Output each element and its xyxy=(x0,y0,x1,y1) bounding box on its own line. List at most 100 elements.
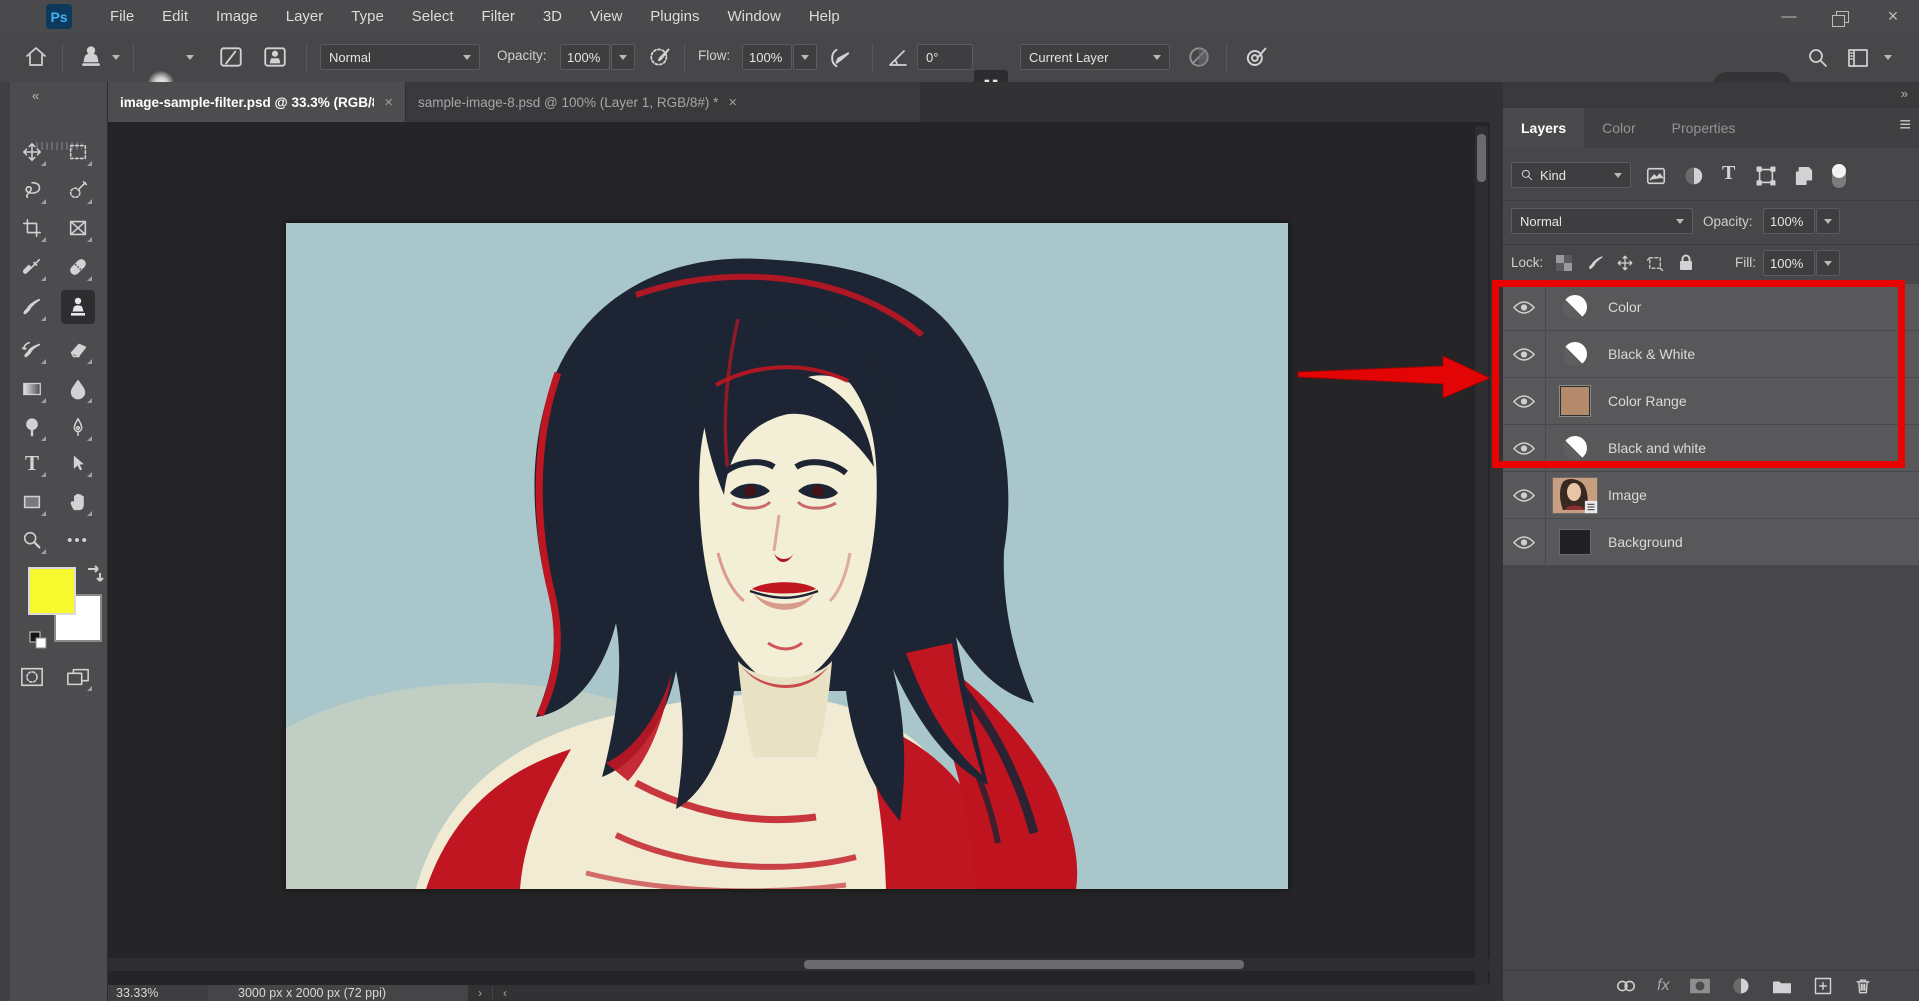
visibility-toggle[interactable] xyxy=(1503,472,1546,518)
type-tool[interactable]: T xyxy=(15,446,49,480)
menu-plugins[interactable]: Plugins xyxy=(636,8,713,25)
eyedropper-tool[interactable] xyxy=(15,250,49,284)
layer-name[interactable]: Image xyxy=(1608,487,1647,503)
vertical-scrollbar[interactable] xyxy=(1475,126,1488,998)
more-tools-icon[interactable]: ••• xyxy=(61,523,95,557)
tab-color[interactable]: Color xyxy=(1584,108,1653,148)
filter-smart-objects-icon[interactable] xyxy=(1793,165,1815,187)
opacity-input[interactable]: 100% xyxy=(560,44,610,70)
default-colors-icon[interactable] xyxy=(28,630,48,650)
flow-input[interactable]: 100% xyxy=(742,44,792,70)
rectangle-tool[interactable] xyxy=(15,485,49,519)
menu-type[interactable]: Type xyxy=(337,8,398,25)
link-layers-icon[interactable] xyxy=(1615,976,1637,996)
marquee-tool[interactable] xyxy=(61,135,95,169)
restore-button[interactable] xyxy=(1815,0,1867,33)
quick-mask-icon[interactable] xyxy=(15,660,49,694)
opacity-slider-button[interactable] xyxy=(611,44,635,70)
swap-colors-icon[interactable] xyxy=(82,565,106,587)
tab-layers[interactable]: Layers xyxy=(1503,108,1584,148)
document-tab-active[interactable]: image-sample-filter.psd @ 33.3% (RGB/8) … xyxy=(108,82,405,122)
gradient-tool[interactable] xyxy=(15,372,49,406)
clone-source-panel-icon[interactable] xyxy=(262,44,288,70)
tool-preset-dropdown-icon[interactable] xyxy=(112,55,120,60)
fill-slider-button[interactable] xyxy=(1816,250,1840,276)
lock-all-icon[interactable] xyxy=(1677,253,1695,272)
kind-filter-select[interactable]: Kind xyxy=(1511,162,1631,188)
zoom-tool[interactable] xyxy=(15,523,49,557)
filter-pixel-layers-icon[interactable] xyxy=(1645,165,1667,187)
quick-selection-tool[interactable] xyxy=(61,173,95,207)
flow-slider-button[interactable] xyxy=(793,44,817,70)
brush-settings-panel-icon[interactable] xyxy=(218,44,244,70)
pen-tool[interactable] xyxy=(61,410,95,444)
close-tab-icon[interactable]: × xyxy=(384,94,393,111)
background-layer-thumbnail[interactable] xyxy=(1559,529,1591,555)
new-adjustment-layer-icon[interactable] xyxy=(1731,976,1751,996)
layer-blend-mode-select[interactable]: Normal xyxy=(1511,208,1693,234)
layer-effects-icon[interactable]: fx xyxy=(1657,977,1669,995)
filter-shape-layers-icon[interactable] xyxy=(1755,165,1777,187)
workspace-chevron-icon[interactable] xyxy=(1884,55,1892,60)
lock-artboard-icon[interactable] xyxy=(1646,254,1664,272)
close-tab-icon[interactable]: × xyxy=(728,94,737,111)
panel-menu-icon[interactable]: ≡ xyxy=(1899,114,1911,137)
horizontal-scrollbar-thumb[interactable] xyxy=(804,960,1244,969)
dodge-tool[interactable] xyxy=(15,410,49,444)
screen-mode-icon[interactable] xyxy=(61,660,95,694)
history-brush-tool[interactable] xyxy=(15,333,49,367)
clone-source-target-icon[interactable] xyxy=(1242,44,1270,72)
layer-mask-icon[interactable] xyxy=(1689,977,1711,995)
status-prev-icon[interactable]: ‹ xyxy=(492,986,517,1000)
filter-adjustment-layers-icon[interactable] xyxy=(1683,165,1705,187)
new-group-icon[interactable] xyxy=(1771,977,1793,995)
opacity-slider-button[interactable] xyxy=(1816,208,1840,234)
menu-layer[interactable]: Layer xyxy=(272,8,338,25)
angle-input[interactable]: 0° xyxy=(917,44,973,70)
vertical-scrollbar-thumb[interactable] xyxy=(1477,134,1486,182)
menu-view[interactable]: View xyxy=(576,8,636,25)
menu-3d[interactable]: 3D xyxy=(529,8,576,25)
blur-tool[interactable] xyxy=(61,372,95,406)
clone-stamp-tool[interactable] xyxy=(61,290,95,324)
path-selection-tool[interactable] xyxy=(61,446,95,480)
layer-row-background[interactable]: Background xyxy=(1503,519,1919,566)
layer-name[interactable]: Background xyxy=(1608,534,1683,550)
lasso-tool[interactable] xyxy=(15,173,49,207)
filter-type-layers-icon[interactable]: T xyxy=(1722,162,1735,185)
lock-pixels-icon[interactable] xyxy=(1587,254,1605,272)
canvas-image[interactable] xyxy=(286,223,1288,889)
filter-toggle-switch[interactable] xyxy=(1829,160,1849,192)
status-next-icon[interactable]: › xyxy=(468,986,492,1000)
lock-position-icon[interactable] xyxy=(1616,254,1634,272)
layer-row-image[interactable]: Image xyxy=(1503,472,1919,519)
menu-image[interactable]: Image xyxy=(202,8,272,25)
document-tab-inactive[interactable]: sample-image-8.psd @ 100% (Layer 1, RGB/… xyxy=(405,82,920,122)
tab-properties[interactable]: Properties xyxy=(1654,108,1754,148)
brush-picker-dropdown-icon[interactable] xyxy=(186,55,194,60)
airbrush-icon[interactable] xyxy=(826,44,854,72)
healing-brush-tool[interactable] xyxy=(61,250,95,284)
zoom-level-field[interactable]: 33.33% xyxy=(108,985,208,1001)
delete-layer-icon[interactable] xyxy=(1853,976,1873,996)
ignore-adjustment-layers-icon[interactable] xyxy=(1186,44,1212,70)
search-icon[interactable] xyxy=(1806,46,1830,70)
frame-tool[interactable] xyxy=(61,211,95,245)
clone-stamp-preset-icon[interactable] xyxy=(78,44,104,70)
collapse-tools-icon[interactable]: « xyxy=(32,88,40,103)
horizontal-scrollbar[interactable] xyxy=(108,958,1490,971)
expand-panels-icon[interactable]: » xyxy=(1901,86,1909,101)
lock-transparency-icon[interactable] xyxy=(1555,254,1573,272)
home-icon[interactable] xyxy=(24,45,48,69)
menu-filter[interactable]: Filter xyxy=(468,8,529,25)
visibility-toggle[interactable] xyxy=(1503,519,1546,565)
close-button[interactable]: × xyxy=(1867,0,1919,33)
new-layer-icon[interactable] xyxy=(1813,976,1833,996)
eraser-tool[interactable] xyxy=(61,333,95,367)
workspace-icon[interactable] xyxy=(1846,46,1870,70)
pressure-opacity-icon[interactable] xyxy=(648,44,674,70)
menu-select[interactable]: Select xyxy=(398,8,468,25)
layer-opacity-input[interactable]: 100% xyxy=(1763,208,1815,234)
sample-mode-select[interactable]: Current Layer xyxy=(1020,44,1170,70)
crop-tool[interactable] xyxy=(15,211,49,245)
